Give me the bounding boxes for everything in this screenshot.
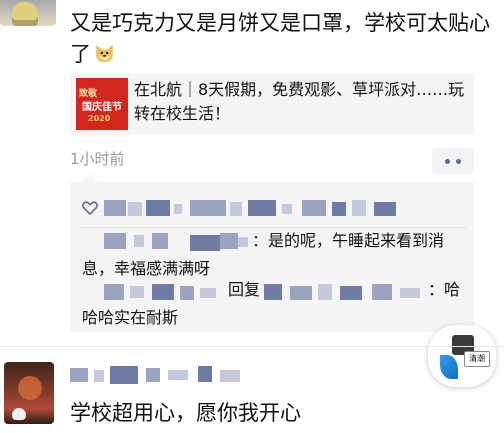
author-avatar[interactable]	[4, 362, 54, 424]
author-avatar[interactable]	[0, 0, 56, 26]
comment-item[interactable]: ：是的呢，午睡起来看到消息，幸福感满满呀	[82, 227, 470, 283]
floating-mini-window-button[interactable]: 清潮	[428, 325, 496, 387]
likes-row	[82, 198, 470, 220]
article-thumbnail: 致敬 国庆佳节 2020	[76, 78, 128, 130]
post-text: 又是巧克力又是月饼又是口罩，学校可太贴心了	[70, 11, 490, 66]
heart-icon	[82, 201, 98, 215]
leaf-icon	[440, 355, 458, 379]
more-dot-icon	[445, 159, 450, 164]
post-text: 学校超用心，愿你我开心	[70, 401, 301, 425]
more-dot-icon	[456, 159, 461, 164]
divider	[0, 346, 504, 347]
post-timestamp: 1小时前	[70, 150, 125, 168]
comment-text: ：哈哈哈实在耐斯	[82, 280, 461, 327]
author-name-obscured[interactable]	[70, 364, 270, 388]
comment-area: ：是的呢，午睡起来看到消息，幸福感满满呀 回复 ：哈哈哈实在耐斯	[70, 174, 474, 332]
comment-item[interactable]: 回复 ：哈哈哈实在耐斯	[82, 280, 470, 330]
shared-article-card[interactable]: 致敬 国庆佳节 2020 在北航｜8天假期，免费观影、草坪派对……玩转在校生活！	[70, 74, 474, 134]
comment-text: ：是的呢，午睡起来看到消息，幸福感满满呀	[82, 231, 445, 278]
more-options-button[interactable]	[432, 148, 474, 174]
article-title: 在北航｜8天假期，免费观影、草坪派对……玩转在校生活！	[134, 80, 465, 123]
widget-tag: 清潮	[464, 351, 490, 367]
doge-emoji-icon	[96, 44, 113, 63]
